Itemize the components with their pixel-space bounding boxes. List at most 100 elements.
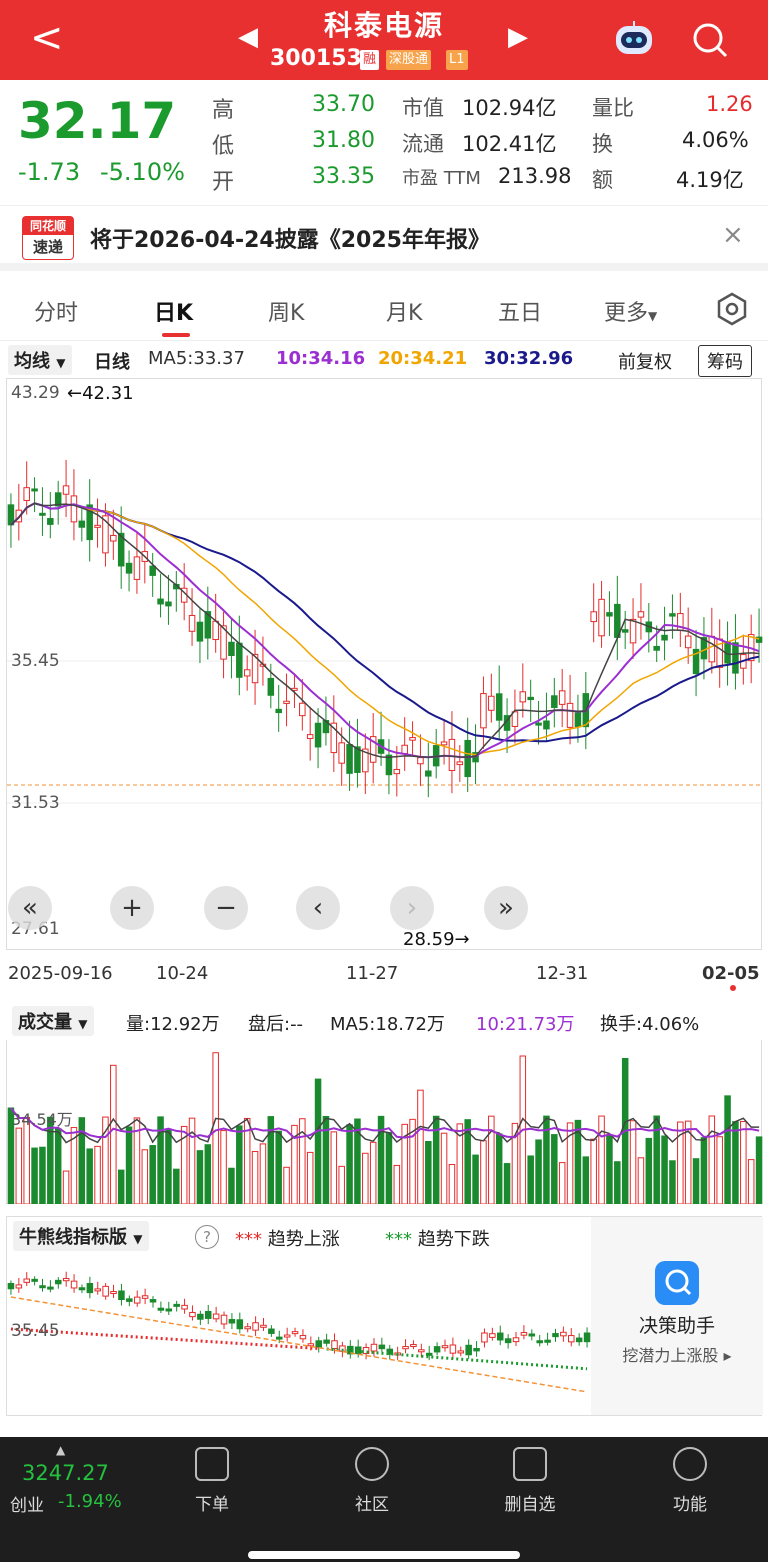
volume-chart[interactable]: 34.54万 — [6, 1040, 763, 1205]
help-icon[interactable]: ? — [195, 1225, 219, 1249]
candle — [543, 720, 550, 730]
prev-stock-button[interactable]: ◀ — [238, 22, 258, 52]
volume-bar — [275, 1130, 282, 1205]
candle — [385, 754, 393, 776]
next-stock-button[interactable]: ▶ — [508, 22, 528, 52]
candle — [732, 642, 739, 674]
open-label: 开 — [212, 170, 235, 195]
y-axis-mid: 35.45 — [11, 651, 60, 671]
index-up-arrow-icon: ▲ — [56, 1443, 66, 1457]
volume-bar — [440, 1132, 448, 1205]
ma5-value: MA5:33.37 — [148, 348, 245, 369]
pe-label: 市盈 TTM — [402, 168, 481, 189]
candle — [70, 495, 78, 523]
candle — [47, 518, 54, 525]
volume-bar — [417, 1089, 424, 1205]
tab-intraday[interactable]: 分时 — [34, 295, 78, 327]
candle — [480, 693, 487, 729]
scroll-right-button[interactable]: › — [390, 886, 434, 930]
bull-candle — [331, 1340, 338, 1349]
candle — [669, 613, 676, 617]
date-axis: 2025-09-16 10-24 11-27 12-31 02-05 — [0, 955, 768, 995]
volume-bar — [188, 1117, 196, 1205]
bull-candle — [47, 1286, 54, 1290]
candle — [393, 768, 401, 775]
scroll-to-start-button[interactable]: « — [8, 886, 52, 930]
volume-bar — [637, 1157, 645, 1205]
kline-chart[interactable]: 43.29 ←42.31 35.45 31.53 27.61 28.59→ — [6, 378, 763, 950]
date-label: 02-05 — [702, 963, 760, 984]
candle — [519, 691, 527, 703]
volume-axis-label: 34.54万 — [11, 1110, 73, 1129]
volume-bar — [196, 1150, 204, 1205]
tab-more[interactable]: 更多▼ — [604, 295, 657, 327]
volume-bar — [259, 1143, 267, 1205]
volume-bar — [716, 1136, 723, 1205]
chips-button[interactable]: 筹码 — [698, 345, 752, 377]
tab-five-day[interactable]: 五日 — [498, 295, 542, 327]
date-label: 2025-09-16 — [8, 963, 113, 984]
close-notice-button[interactable]: × — [722, 220, 744, 250]
bull-candle — [15, 1284, 23, 1289]
volume-bar — [338, 1165, 345, 1205]
scroll-left-button[interactable]: ‹ — [296, 886, 340, 930]
bull-candle — [370, 1343, 378, 1352]
candle — [243, 669, 251, 677]
indicator-selector[interactable]: 均线 ▼ — [8, 345, 72, 375]
bull-candle — [165, 1308, 173, 1312]
bull-candle — [126, 1298, 133, 1302]
bull-candle — [299, 1335, 307, 1340]
robot-assistant-icon[interactable] — [612, 20, 656, 58]
volume-bar — [228, 1167, 235, 1205]
tab-weekly[interactable]: 周K — [268, 295, 304, 327]
vol-turnover-value: 换手:4.06% — [600, 1014, 700, 1035]
bull-candle — [268, 1328, 275, 1334]
volume-bar — [732, 1121, 739, 1205]
volume-bar — [39, 1146, 46, 1205]
candle — [558, 690, 566, 705]
ths-express-logo: 同花顺 速递 — [22, 216, 74, 260]
zoom-out-button[interactable]: − — [204, 886, 248, 930]
volume-bar — [614, 1161, 621, 1205]
tab-daily[interactable]: 日K — [154, 295, 193, 327]
nav-order[interactable]: 下单 — [152, 1447, 272, 1515]
minus-box-icon — [513, 1447, 547, 1481]
bull-candle — [418, 1349, 425, 1353]
volume-bar — [724, 1095, 731, 1205]
ma30-value: 30:32.96 — [484, 348, 574, 369]
bull-candle — [504, 1338, 512, 1344]
scroll-to-end-button[interactable]: » — [484, 886, 528, 930]
amount-value: 4.19亿 — [676, 168, 744, 192]
bull-candle — [575, 1337, 583, 1343]
volume-bar — [141, 1149, 149, 1205]
volume-bar — [31, 1147, 38, 1205]
decision-assistant-card[interactable]: 决策助手 挖潜力上涨股 ▸ — [591, 1217, 763, 1415]
settings-hexagon-icon[interactable] — [714, 291, 750, 327]
bull-bear-selector[interactable]: 牛熊线指标版 ▼ — [13, 1221, 149, 1251]
stock-code: 300153 — [270, 46, 362, 71]
assistant-icon — [655, 1261, 699, 1305]
adjust-mode[interactable]: 前复权 — [618, 348, 672, 374]
tab-monthly[interactable]: 月K — [386, 295, 422, 327]
volume-selector[interactable]: 成交量 ▼ — [12, 1006, 94, 1036]
nav-functions[interactable]: 功能 — [630, 1447, 750, 1515]
bull-candle — [441, 1345, 449, 1349]
volume-bar — [236, 1125, 243, 1205]
notice-bar[interactable]: 同花顺 速递 将于2026-04-24披露《2025年年报》 × — [0, 205, 768, 271]
float-label: 流通 — [402, 132, 444, 156]
bull-candle — [204, 1310, 212, 1319]
zoom-in-button[interactable]: + — [110, 886, 154, 930]
volume-bar — [117, 1169, 125, 1205]
candle — [125, 562, 133, 574]
index-value[interactable]: 3247.27 — [22, 1461, 109, 1485]
volume-bar — [740, 1121, 747, 1205]
volume-bar — [212, 1052, 219, 1205]
bull-candle — [94, 1288, 102, 1292]
volume-bar — [149, 1145, 156, 1205]
search-icon[interactable] — [690, 20, 730, 60]
nav-community[interactable]: 社区 — [312, 1447, 432, 1515]
nav-remove-watchlist[interactable]: 删自选 — [470, 1447, 590, 1515]
bull-candle — [244, 1326, 251, 1330]
bull-candle — [520, 1332, 528, 1336]
bull-candle — [402, 1346, 409, 1350]
